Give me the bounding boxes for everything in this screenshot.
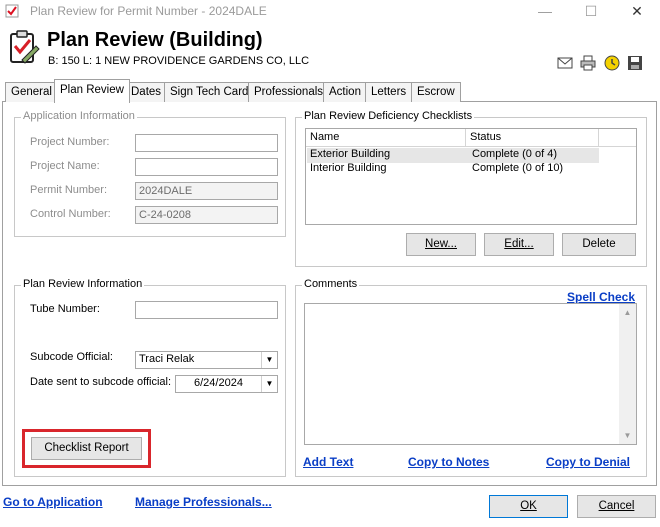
cancel-label: Cancel [598, 500, 635, 512]
subcode-official-select[interactable]: Traci Relak ▼ [135, 351, 278, 369]
new-checklist-label: New... [425, 238, 457, 250]
date-sent-picker[interactable]: 6/24/2024 ▼ [175, 375, 278, 393]
date-sent-value: 6/24/2024 [194, 377, 243, 389]
new-checklist-button[interactable]: New... [406, 233, 476, 256]
list-header: Name Status [306, 129, 636, 147]
spell-check-link[interactable]: Spell Check [567, 290, 635, 304]
app-checklist-icon [5, 4, 19, 18]
add-text-link[interactable]: Add Text [303, 455, 353, 469]
manage-professionals-link[interactable]: Manage Professionals... [135, 495, 272, 509]
control-number-label: Control Number: [30, 208, 111, 220]
ok-label: OK [520, 500, 537, 512]
go-to-application-link[interactable]: Go to Application [3, 495, 103, 509]
ok-button[interactable]: OK [489, 495, 568, 518]
tab-sign-tech-card[interactable]: Sign Tech Card [164, 82, 255, 102]
print-icon[interactable] [580, 55, 596, 71]
save-icon[interactable] [627, 55, 643, 71]
checklist-report-button[interactable]: Checklist Report [31, 437, 142, 460]
clipboard-checklist-icon [10, 30, 40, 64]
comments-scrollbar[interactable]: ▲ ▼ [619, 304, 636, 444]
tab-professionals[interactable]: Professionals [248, 82, 330, 102]
deficiency-checklist-list[interactable]: Name Status Exterior Building Complete (… [305, 128, 637, 225]
minimize-button[interactable]: — [522, 0, 568, 24]
row-status: Complete (0 of 10) [472, 162, 564, 174]
deficiency-checklists-legend: Plan Review Deficiency Checklists [302, 110, 475, 122]
comments-textarea[interactable]: ▲ ▼ [304, 303, 637, 445]
delete-checklist-label: Delete [582, 238, 616, 250]
project-name-label: Project Name: [30, 160, 100, 172]
row-name: Exterior Building [310, 148, 391, 160]
maximize-button[interactable]: ☐ [568, 0, 614, 24]
comments-legend: Comments [302, 278, 360, 290]
tab-dates[interactable]: Dates [125, 82, 168, 102]
cancel-button[interactable]: Cancel [577, 495, 656, 518]
tab-plan-review[interactable]: Plan Review [54, 79, 130, 103]
subcode-official-value: Traci Relak [139, 353, 195, 365]
tube-number-input[interactable] [135, 301, 278, 319]
tab-escrow[interactable]: Escrow [411, 82, 461, 102]
edit-checklist-button[interactable]: Edit... [484, 233, 554, 256]
clock-icon[interactable] [604, 55, 620, 71]
scroll-up-icon[interactable]: ▲ [619, 304, 636, 321]
delete-checklist-button[interactable]: Delete [562, 233, 636, 256]
dropdown-arrow-icon[interactable]: ▼ [261, 352, 277, 368]
edit-checklist-label: Edit... [504, 238, 534, 250]
block-lot-owner: B: 150 L: 1 NEW PROVIDENCE GARDENS CO, L… [48, 55, 310, 67]
copy-to-denial-link[interactable]: Copy to Denial [546, 455, 630, 469]
subcode-official-label: Subcode Official: [30, 351, 113, 363]
date-sent-label: Date sent to subcode official: [30, 376, 172, 388]
tube-number-label: Tube Number: [30, 303, 100, 315]
column-header-name[interactable]: Name [306, 129, 466, 147]
permit-number-label: Permit Number: [30, 184, 108, 196]
row-name: Interior Building [310, 162, 387, 174]
column-header-status[interactable]: Status [466, 129, 599, 147]
table-row[interactable]: Interior Building Complete (0 of 10) [307, 162, 599, 177]
page-title: Plan Review (Building) [47, 29, 263, 51]
window-title: Plan Review for Permit Number - 2024DALE [30, 4, 267, 18]
close-button[interactable]: ✕ [614, 0, 660, 24]
row-status: Complete (0 of 4) [472, 148, 557, 160]
application-information-legend: Application Information [21, 110, 137, 122]
copy-to-notes-link[interactable]: Copy to Notes [408, 455, 489, 469]
project-name-input[interactable] [135, 158, 278, 176]
calendar-dropdown-icon[interactable]: ▼ [261, 376, 277, 392]
project-number-input[interactable] [135, 134, 278, 152]
permit-number-field: 2024DALE [135, 182, 278, 200]
tab-letters[interactable]: Letters [365, 82, 413, 102]
plan-review-information-legend: Plan Review Information [21, 278, 145, 290]
tab-action[interactable]: Action [323, 82, 367, 102]
control-number-field: C-24-0208 [135, 206, 278, 224]
project-number-label: Project Number: [30, 136, 110, 148]
table-row[interactable]: Exterior Building Complete (0 of 4) [307, 148, 599, 163]
email-icon[interactable] [557, 55, 573, 71]
scroll-down-icon[interactable]: ▼ [619, 427, 636, 444]
tab-general[interactable]: General [5, 82, 58, 102]
